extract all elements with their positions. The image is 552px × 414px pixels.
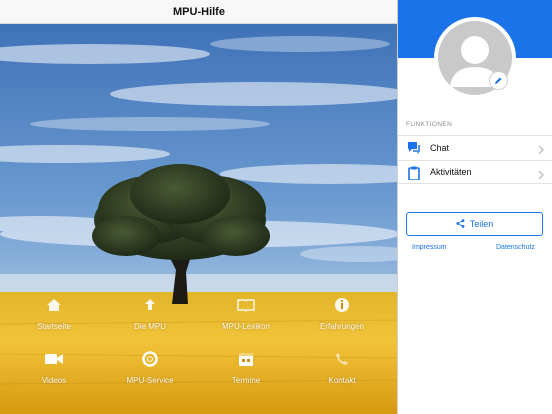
tile-label: Erfahrungen (319, 322, 365, 331)
chevron-right-icon (538, 167, 544, 185)
tile-mpu-service[interactable]: MPU-Service (102, 348, 198, 396)
tile-label: Startseite (37, 322, 71, 331)
menu-item-label: Chat (430, 142, 450, 153)
tile-label: MPU-Service (126, 376, 174, 385)
chat-icon (407, 141, 421, 155)
page-title: MPU-Hilfe (173, 5, 225, 18)
tile-label: Die MPU (133, 322, 166, 331)
datenschutz-link[interactable]: Datenschutz (496, 244, 535, 251)
lifebuoy-icon (142, 348, 158, 370)
book-icon (237, 294, 255, 316)
menu-item-label: Aktivitäten (430, 167, 472, 177)
menu-item-aktivitaeten[interactable]: Aktivitäten (398, 160, 552, 184)
share-button[interactable]: Teilen (406, 212, 543, 236)
tile-kontakt[interactable]: Kontakt (294, 348, 390, 396)
tile-erfahrungen[interactable]: Erfahrungen (294, 294, 390, 342)
share-label: Teilen (469, 219, 494, 229)
side-panel: FUNKTIONEN Chat Aktivitäten Teilen Impre… (398, 0, 552, 414)
clipboard-icon (407, 166, 421, 181)
navigation-bar: MPU-Hilfe (0, 0, 398, 24)
tile-videos[interactable]: Videos (6, 348, 102, 396)
feature-grid: Startseite Die MPU MPU-Lexikon Erfahrung… (0, 288, 398, 414)
share-icon (456, 215, 465, 233)
info-icon (334, 294, 350, 316)
edit-avatar-button[interactable] (489, 71, 508, 90)
menu-item-chat[interactable]: Chat (398, 135, 552, 159)
tile-die-mpu[interactable]: Die MPU (102, 294, 198, 342)
tile-mpu-lexikon[interactable]: MPU-Lexikon (198, 294, 294, 342)
tile-label: Videos (41, 376, 67, 385)
impressum-link[interactable]: Impressum (412, 244, 447, 251)
pane-divider (397, 0, 398, 414)
tile-termine[interactable]: Termine (198, 348, 294, 396)
tile-label: Kontakt (328, 376, 356, 385)
section-label: FUNKTIONEN (406, 121, 453, 128)
tile-startseite[interactable]: Startseite (6, 294, 102, 342)
tile-label: Termine (231, 376, 261, 385)
video-icon (45, 348, 63, 370)
calendar-icon (238, 348, 254, 370)
tile-label: MPU-Lexikon (221, 322, 270, 331)
upload-icon (142, 294, 158, 316)
pencil-icon (494, 72, 503, 90)
home-icon (46, 294, 62, 316)
app-main-pane: MPU-Hilfe Startseite Die MPU MPU-Lexikon… (0, 0, 398, 414)
chevron-right-icon (538, 142, 544, 160)
phone-icon (335, 348, 349, 370)
